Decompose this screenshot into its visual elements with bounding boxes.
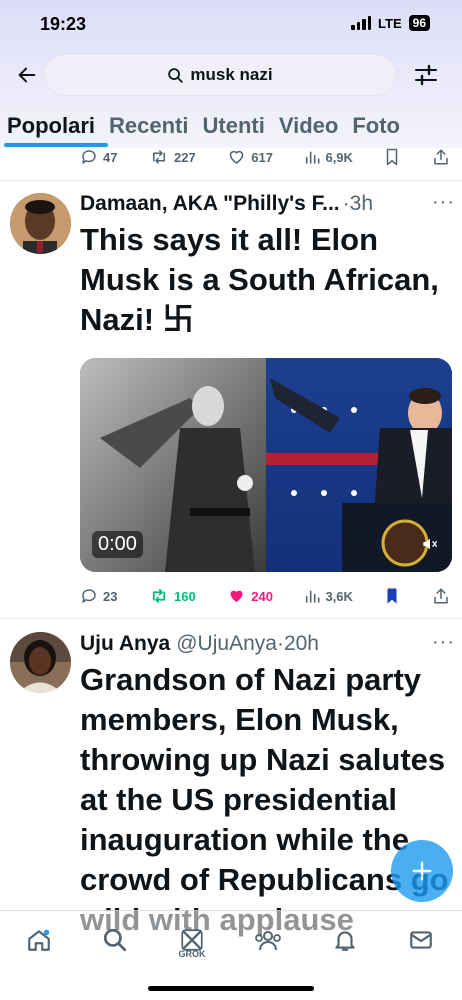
- repost-button[interactable]: 160: [149, 587, 196, 605]
- envelope-icon: [410, 931, 432, 949]
- repost-count: 160: [174, 588, 196, 604]
- status-time: 19:23: [40, 14, 87, 34]
- views-chart-icon: [306, 590, 320, 603]
- post-header: Damaan, AKA "Philly's F... · 3h: [80, 192, 373, 216]
- search-query: musk nazi: [190, 65, 273, 84]
- repost-count: 227: [174, 149, 196, 165]
- tab-video[interactable]: Video: [272, 109, 346, 143]
- tab-foto[interactable]: Foto: [345, 109, 407, 143]
- views-button[interactable]: 3,6K: [304, 588, 353, 604]
- post-time[interactable]: 3h: [350, 192, 373, 216]
- post-video[interactable]: 0:00: [80, 358, 452, 572]
- post-time[interactable]: 20h: [284, 632, 319, 656]
- like-count: 240: [251, 588, 273, 604]
- grok-label: GROK: [178, 949, 206, 959]
- sliders-icon: [415, 64, 437, 86]
- home-icon: [28, 929, 50, 951]
- speaker-mute-icon: [423, 538, 438, 550]
- share-icon: [434, 149, 448, 165]
- search-icon: [103, 928, 127, 952]
- bookmark-icon: [387, 148, 398, 166]
- header-area: 19:23 LTE 96 musk nazi Popolari Recenti …: [0, 0, 462, 148]
- reply-count: 23: [103, 588, 118, 604]
- home-indicator: [148, 986, 314, 991]
- post-text: Grandson of Nazi party members, Elon Mus…: [80, 662, 449, 937]
- tab-recenti[interactable]: Recenti: [102, 109, 195, 143]
- avatar-portrait-icon: [10, 193, 71, 254]
- compose-button[interactable]: [391, 840, 453, 902]
- prev-post-actions: 47 227 617 6,9K: [80, 146, 450, 168]
- reply-button[interactable]: 23: [80, 587, 117, 605]
- bell-icon: [335, 931, 355, 951]
- like-button[interactable]: 617: [227, 148, 273, 166]
- battery-icon: 96: [408, 15, 430, 31]
- author-handle[interactable]: @UjuAnya: [176, 632, 277, 656]
- like-count: 617: [251, 149, 273, 165]
- repost-icon: [152, 589, 166, 603]
- repost-button[interactable]: 227: [149, 148, 196, 166]
- avatar-portrait-icon: [10, 632, 71, 693]
- author-name[interactable]: Damaan, AKA "Philly's F...: [80, 192, 340, 216]
- divider: [0, 618, 462, 619]
- heart-filled-icon: [230, 590, 243, 602]
- post-header: Uju Anya @UjuAnya · 20h: [80, 632, 319, 656]
- search-tabs: Popolari Recenti Utenti Video Foto: [0, 104, 462, 148]
- tab-popolari[interactable]: Popolari: [0, 109, 102, 143]
- views-count: 3,6K: [325, 588, 353, 604]
- bookmark-button[interactable]: [384, 148, 400, 166]
- nav-search[interactable]: [100, 925, 130, 955]
- plus-icon: [412, 861, 432, 881]
- more-options-button[interactable]: ···: [432, 191, 455, 214]
- mute-button[interactable]: [422, 537, 438, 556]
- avatar[interactable]: [10, 632, 71, 693]
- status-indicators: LTE 96: [351, 15, 430, 31]
- views-count: 6,9K: [325, 149, 353, 165]
- avatar[interactable]: [10, 193, 71, 254]
- share-icon: [434, 588, 448, 604]
- views-chart-icon: [306, 151, 320, 164]
- author-name[interactable]: Uju Anya: [80, 632, 170, 656]
- divider: [0, 180, 462, 181]
- nav-communities[interactable]: [253, 925, 283, 955]
- status-bar: 19:23 LTE 96: [0, 0, 462, 52]
- search-settings-button[interactable]: [410, 60, 442, 90]
- like-button[interactable]: 240: [227, 587, 273, 605]
- post-actions: 23 160 240 3,6K: [80, 585, 450, 607]
- network-type: LTE: [378, 15, 402, 31]
- reply-count: 47: [103, 149, 118, 165]
- signal-icon: [351, 16, 372, 30]
- search-icon: [168, 67, 184, 83]
- views-button[interactable]: 6,9K: [304, 149, 353, 165]
- share-button[interactable]: [432, 587, 450, 605]
- tab-utenti[interactable]: Utenti: [196, 109, 272, 143]
- search-row: musk nazi: [0, 54, 462, 96]
- repost-icon: [153, 150, 165, 164]
- nav-home[interactable]: [24, 925, 54, 955]
- arrow-left-icon: [18, 67, 36, 83]
- reply-icon: [82, 150, 96, 164]
- nav-notifications[interactable]: [330, 925, 360, 955]
- nav-messages[interactable]: [406, 925, 436, 955]
- reply-icon: [82, 589, 96, 603]
- more-options-button[interactable]: ···: [432, 631, 455, 654]
- reply-button[interactable]: 47: [80, 148, 117, 166]
- heart-icon: [229, 150, 244, 164]
- video-timestamp: 0:00: [92, 531, 143, 558]
- people-icon: [255, 931, 281, 951]
- post-text: This says it all! Elon Musk is a South A…: [80, 222, 439, 337]
- search-input[interactable]: musk nazi: [44, 54, 396, 96]
- bookmark-filled-icon: [387, 588, 397, 604]
- back-button[interactable]: [12, 60, 42, 90]
- bookmark-button[interactable]: [384, 587, 400, 605]
- share-button[interactable]: [432, 148, 450, 166]
